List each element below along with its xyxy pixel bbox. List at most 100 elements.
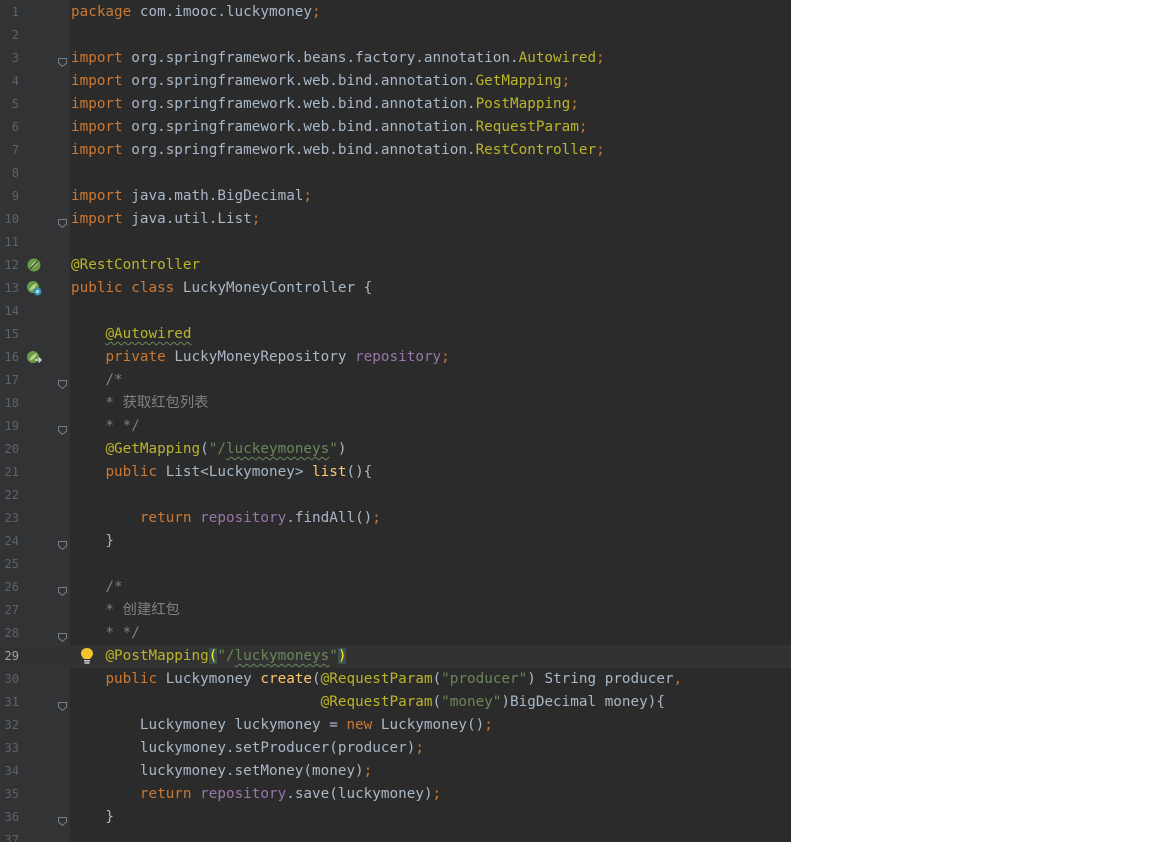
code-line[interactable]: 22 [0,484,791,507]
code-line[interactable]: 36 } [0,806,791,829]
code-line[interactable]: 35 return repository.save(luckymoney); [0,783,791,806]
line-number[interactable]: 18 [0,395,19,412]
code-text[interactable]: private LuckyMoneyRepository repository; [71,347,449,368]
line-number[interactable]: 17 [0,372,19,389]
line-number[interactable]: 32 [0,717,19,734]
line-number[interactable]: 9 [0,188,19,205]
code-line[interactable]: 10 import java.util.List; [0,208,791,231]
code-line[interactable]: 28 * */ [0,622,791,645]
code-text[interactable]: * */ [71,416,139,437]
code-line[interactable]: 5 import org.springframework.web.bind.ann… [0,93,791,116]
code-line[interactable]: 15 @Autowired [0,323,791,346]
code-line[interactable]: 23 return repository.findAll(); [0,507,791,530]
line-number[interactable]: 21 [0,464,19,481]
line-number[interactable]: 12 [0,257,19,274]
code-text[interactable]: return repository.findAll(); [71,508,381,529]
code-text[interactable]: luckymoney.setProducer(producer); [71,738,424,759]
code-line[interactable]: 33 luckymoney.setProducer(producer); [0,737,791,760]
code-editor[interactable]: 1 package com.imooc.luckymoney; 2 3 import o… [0,0,791,842]
code-text[interactable]: luckymoney.setMoney(money); [71,761,372,782]
line-number[interactable]: 27 [0,602,19,619]
code-line[interactable]: 7 import org.springframework.web.bind.ann… [0,139,791,162]
autowired-navigate-icon[interactable] [26,349,42,365]
code-line[interactable]: 16 private LuckyMoneyRepository reposito… [0,346,791,369]
code-line[interactable]: 26 /* [0,576,791,599]
line-number[interactable]: 7 [0,142,19,159]
line-number[interactable]: 29 [0,648,19,665]
code-line[interactable]: 2 [0,24,791,47]
line-number[interactable]: 8 [0,165,19,182]
line-number[interactable]: 23 [0,510,19,527]
code-text[interactable]: @RequestParam("money")BigDecimal money){ [71,692,665,713]
line-number[interactable]: 37 [0,832,19,842]
code-line[interactable]: 34 luckymoney.setMoney(money); [0,760,791,783]
code-line[interactable]: 9 import java.math.BigDecimal; [0,185,791,208]
line-number[interactable]: 15 [0,326,19,343]
code-text[interactable]: @GetMapping("/luckeymoneys") [71,439,346,460]
code-text[interactable]: package com.imooc.luckymoney; [71,2,321,23]
line-number[interactable]: 16 [0,349,19,366]
line-number[interactable]: 31 [0,694,19,711]
fold-marker-icon[interactable] [58,629,67,643]
code-text[interactable]: * 获取红包列表 [71,393,208,414]
code-line[interactable]: 3 import org.springframework.beans.factor… [0,47,791,70]
code-line[interactable]: 25 [0,553,791,576]
code-line[interactable]: 1 package com.imooc.luckymoney; [0,1,791,24]
line-number[interactable]: 28 [0,625,19,642]
code-text[interactable]: } [71,531,114,552]
fold-marker-icon[interactable] [58,376,67,390]
code-text[interactable]: import org.springframework.web.bind.anno… [71,117,587,138]
code-line[interactable]: 13 public class LuckyMoneyController { [0,277,791,300]
fold-marker-icon[interactable] [58,698,67,712]
code-line[interactable]: 4 import org.springframework.web.bind.ann… [0,70,791,93]
line-number[interactable]: 24 [0,533,19,550]
code-text[interactable]: public class LuckyMoneyController { [71,278,372,299]
code-text[interactable]: import java.util.List; [71,209,260,230]
line-number[interactable]: 4 [0,73,19,90]
line-number[interactable]: 36 [0,809,19,826]
spring-bean-icon[interactable] [26,257,42,273]
line-number[interactable]: 13 [0,280,19,297]
code-line[interactable]: 21 public List<Luckymoney> list(){ [0,461,791,484]
code-text[interactable]: @PostMapping("/luckymoneys") [71,646,347,667]
fold-marker-icon[interactable] [58,583,67,597]
code-line[interactable]: 30 public Luckymoney create(@RequestPara… [0,668,791,691]
line-number[interactable]: 34 [0,763,19,780]
line-number[interactable]: 22 [0,487,19,504]
code-text[interactable]: /* [71,370,122,391]
line-number[interactable]: 35 [0,786,19,803]
line-number[interactable]: 33 [0,740,19,757]
line-number[interactable]: 1 [0,4,19,21]
code-text[interactable]: public List<Luckymoney> list(){ [71,462,372,483]
code-line[interactable]: 27 * 创建红包 [0,599,791,622]
code-text[interactable]: public Luckymoney create(@RequestParam("… [71,669,682,690]
fold-marker-icon[interactable] [58,813,67,827]
code-line[interactable]: 19 * */ [0,415,791,438]
fold-marker-icon[interactable] [58,537,67,551]
code-line[interactable]: 12 @RestController [0,254,791,277]
line-number[interactable]: 6 [0,119,19,136]
line-number[interactable]: 30 [0,671,19,688]
code-text[interactable]: /* [71,577,122,598]
code-text[interactable]: import java.math.BigDecimal; [71,186,312,207]
code-line[interactable]: 24 } [0,530,791,553]
code-text[interactable]: * */ [71,623,139,644]
fold-marker-icon[interactable] [58,54,67,68]
line-number[interactable]: 14 [0,303,19,320]
code-text[interactable]: import org.springframework.web.bind.anno… [71,94,579,115]
code-text[interactable]: @RestController [71,255,200,276]
code-text[interactable]: * 创建红包 [71,600,179,621]
code-line[interactable]: 20 @GetMapping("/luckeymoneys") [0,438,791,461]
line-number[interactable]: 2 [0,27,19,44]
code-line[interactable]: 14 [0,300,791,323]
code-line[interactable]: 17 /* [0,369,791,392]
fold-marker-icon[interactable] [58,215,67,229]
code-line[interactable]: 11 [0,231,791,254]
fold-marker-icon[interactable] [58,422,67,436]
code-text[interactable]: return repository.save(luckymoney); [71,784,441,805]
line-number[interactable]: 10 [0,211,19,228]
code-line[interactable]: 8 [0,162,791,185]
code-text[interactable]: import org.springframework.web.bind.anno… [71,140,605,161]
code-text[interactable]: import org.springframework.beans.factory… [71,48,605,69]
code-line[interactable]: 37 [0,829,791,842]
